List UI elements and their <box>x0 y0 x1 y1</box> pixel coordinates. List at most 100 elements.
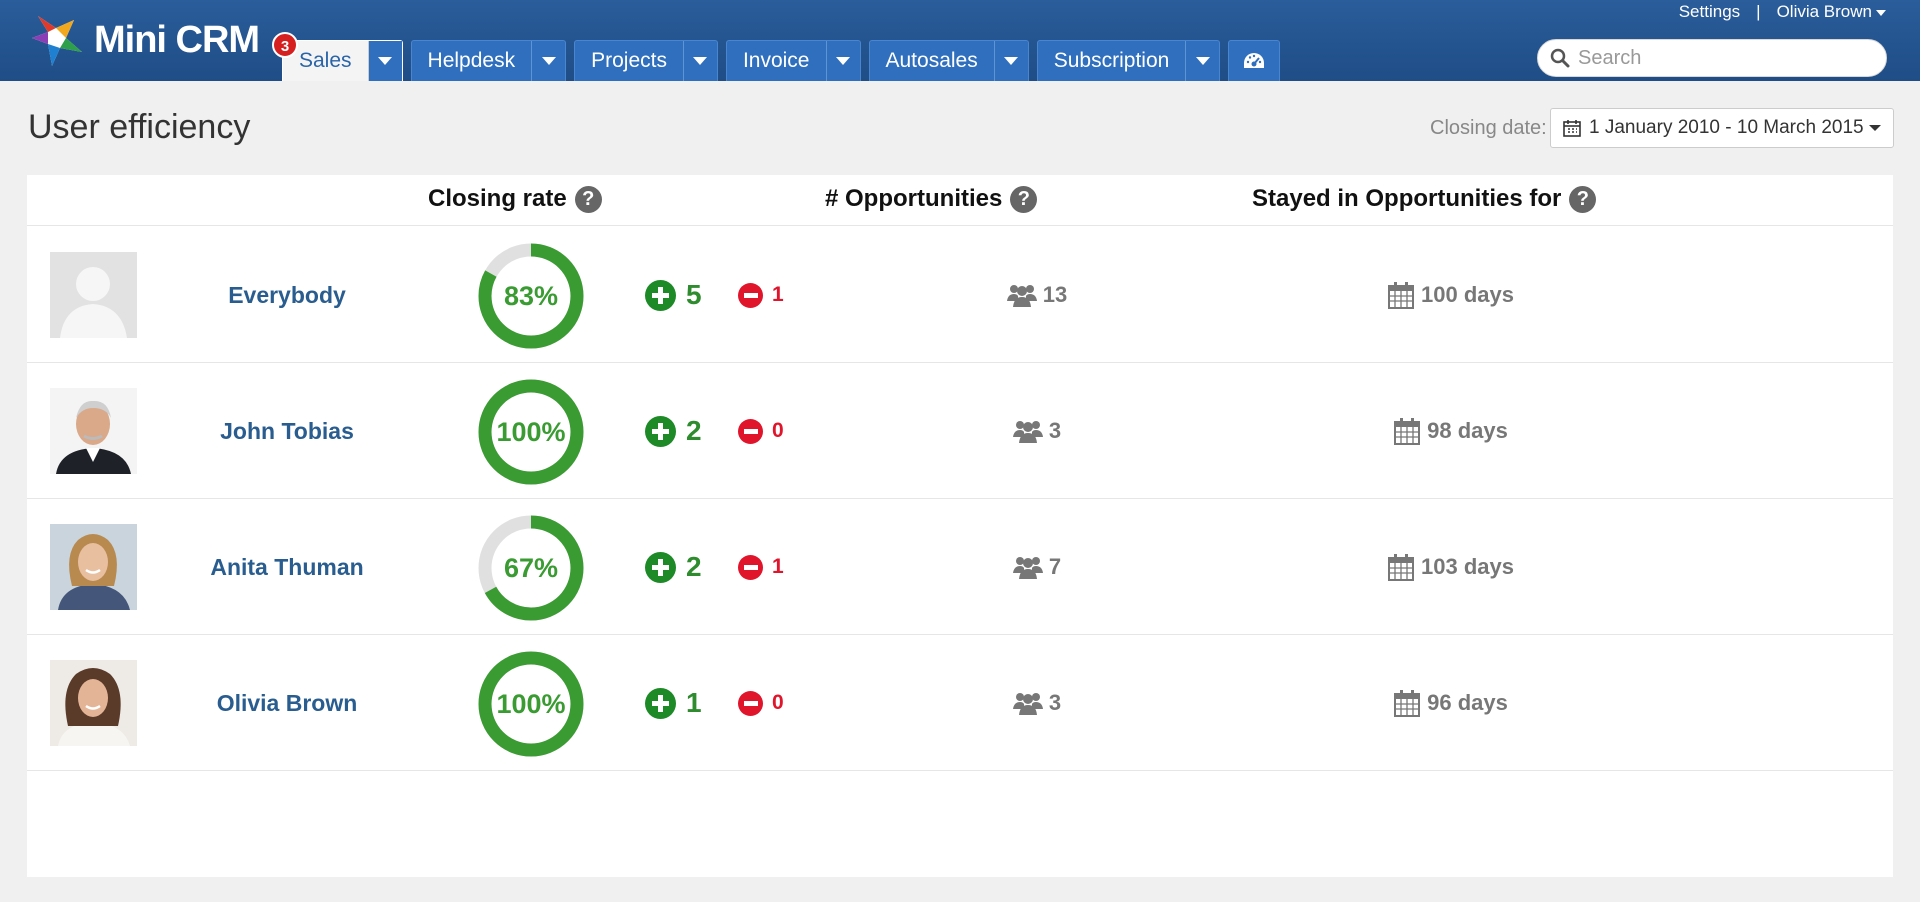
lost-count-value: 0 <box>772 691 784 714</box>
stayed-duration: 98 days <box>1382 363 1882 499</box>
tab-projects[interactable]: Projects <box>574 40 718 81</box>
users-group-icon <box>1012 557 1043 579</box>
opportunities-count[interactable]: 3 <box>887 363 1187 499</box>
autosales-dropdown-toggle[interactable] <box>993 41 1028 81</box>
stayed-header-label: Stayed in Opportunities for <box>1252 185 1562 212</box>
user-name-text: John Tobias <box>220 417 354 444</box>
minus-circle-icon <box>738 690 763 716</box>
lost-count[interactable]: 1 <box>738 499 784 635</box>
closing-rate-donut: 100% <box>478 379 584 485</box>
opportunities-value: 13 <box>1042 282 1068 307</box>
avatar[interactable] <box>50 524 137 610</box>
lost-count[interactable]: 0 <box>738 363 784 499</box>
opportunities-value: 7 <box>1048 554 1062 579</box>
tab-sales[interactable]: Sales <box>282 40 403 81</box>
stayed-days-value: 103 days <box>1421 554 1514 579</box>
plus-circle-icon <box>645 279 676 311</box>
stayed-days-value: 100 days <box>1421 282 1514 307</box>
stayed-duration: 100 days <box>1382 227 1882 363</box>
page-title: User efficiency <box>28 108 251 146</box>
closing-rate-donut: 100% <box>478 651 584 757</box>
subscription-dropdown-toggle[interactable] <box>1185 41 1219 81</box>
calendar-icon <box>1388 281 1415 309</box>
won-count[interactable]: 1 <box>645 635 702 771</box>
sales-dropdown-toggle[interactable] <box>367 41 402 81</box>
stayed-help-icon[interactable]: ? <box>1569 185 1597 213</box>
closing-rate-donut: 67% <box>478 515 584 621</box>
invoice-dropdown-toggle[interactable] <box>825 41 860 81</box>
user-name-text: Everybody <box>228 281 346 308</box>
user-name-link[interactable]: Anita Thuman <box>137 499 437 635</box>
user-name: Olivia Brown <box>1776 2 1872 21</box>
users-group-icon <box>1006 285 1037 307</box>
opportunities-count[interactable]: 7 <box>887 499 1187 635</box>
calendar-icon <box>1394 417 1421 445</box>
tab-helpdesk-label[interactable]: Helpdesk <box>412 41 532 81</box>
avatar[interactable] <box>50 660 137 746</box>
notification-badge[interactable]: 3 <box>272 32 298 58</box>
plus-circle-icon <box>645 687 676 719</box>
won-count[interactable]: 2 <box>645 499 702 635</box>
minicrm-logo[interactable]: Mini CRM <box>30 12 260 68</box>
star-logo-icon <box>32 16 82 66</box>
lost-count-value: 1 <box>772 283 784 306</box>
minus-circle-icon <box>738 282 763 308</box>
user-name-link[interactable]: John Tobias <box>137 363 437 499</box>
user-menu-caret-icon <box>1876 9 1886 16</box>
tab-subscription-label[interactable]: Subscription <box>1038 41 1186 81</box>
users-group-icon <box>1012 421 1043 443</box>
settings-link[interactable]: Settings <box>1679 2 1740 22</box>
tab-helpdesk[interactable]: Helpdesk <box>410 40 567 81</box>
users-group-icon <box>1012 693 1043 715</box>
user-name-link[interactable]: Everybody <box>137 227 437 363</box>
projects-dropdown-toggle[interactable] <box>682 41 717 81</box>
closing-date-picker[interactable]: 1 January 2010 - 10 March 2015 <box>1550 108 1894 148</box>
stayed-header: Stayed in Opportunities for ? <box>1252 185 1597 213</box>
lost-count[interactable]: 0 <box>738 635 784 771</box>
table-row: John Tobias 100% 2 0 3 98 days <box>27 363 1893 499</box>
tab-invoice[interactable]: Invoice <box>725 40 861 81</box>
user-name-text: Olivia Brown <box>216 689 358 716</box>
user-name-link[interactable]: Olivia Brown <box>137 635 437 771</box>
module-tabs: Sales Helpdesk Projects Invoice Autosale… <box>282 40 1288 81</box>
search-input[interactable] <box>1578 46 1868 70</box>
tab-autosales-label[interactable]: Autosales <box>870 41 994 81</box>
tab-subscription[interactable]: Subscription <box>1036 40 1221 81</box>
user-links: Settings | Olivia Brown <box>1679 2 1886 22</box>
avatar[interactable] <box>50 252 137 338</box>
dashboard-icon[interactable] <box>1229 41 1279 81</box>
opportunities-header: # Opportunities ? <box>825 185 1038 213</box>
tab-dashboard[interactable] <box>1228 40 1281 81</box>
opportunities-help-icon[interactable]: ? <box>1010 185 1038 213</box>
plus-circle-icon <box>645 415 676 447</box>
lost-count-value: 0 <box>772 419 784 442</box>
closing-rate-value: 83% <box>504 281 558 311</box>
lost-count[interactable]: 1 <box>738 227 784 363</box>
tab-invoice-label[interactable]: Invoice <box>727 41 826 81</box>
won-count[interactable]: 5 <box>645 227 702 363</box>
closing-rate-header: Closing rate ? <box>428 185 602 213</box>
search-box[interactable] <box>1537 39 1887 77</box>
opportunities-value: 3 <box>1048 418 1062 443</box>
closing-rate-help-icon[interactable]: ? <box>574 185 602 213</box>
won-count-value: 2 <box>686 551 702 582</box>
table-row: Anita Thuman 67% 2 1 7 103 days <box>27 499 1893 635</box>
calendar-icon <box>1563 120 1581 137</box>
won-count-value: 2 <box>686 415 702 446</box>
stayed-duration: 96 days <box>1382 635 1882 771</box>
user-menu[interactable]: Olivia Brown <box>1777 2 1886 22</box>
minus-circle-icon <box>738 554 763 580</box>
opportunities-count[interactable]: 3 <box>887 635 1187 771</box>
table-row: Everybody 83% 5 1 13 100 days <box>27 227 1893 363</box>
calendar-icon <box>1388 553 1415 581</box>
plus-circle-icon <box>645 551 676 583</box>
won-count-value: 1 <box>686 687 702 718</box>
minus-circle-icon <box>738 418 763 444</box>
won-count[interactable]: 2 <box>645 363 702 499</box>
avatar[interactable] <box>50 388 137 474</box>
table-row: Olivia Brown 100% 1 0 3 96 days <box>27 635 1893 771</box>
tab-autosales[interactable]: Autosales <box>868 40 1029 81</box>
opportunities-count[interactable]: 13 <box>887 227 1187 363</box>
tab-projects-label[interactable]: Projects <box>575 41 683 81</box>
helpdesk-dropdown-toggle[interactable] <box>531 41 565 81</box>
